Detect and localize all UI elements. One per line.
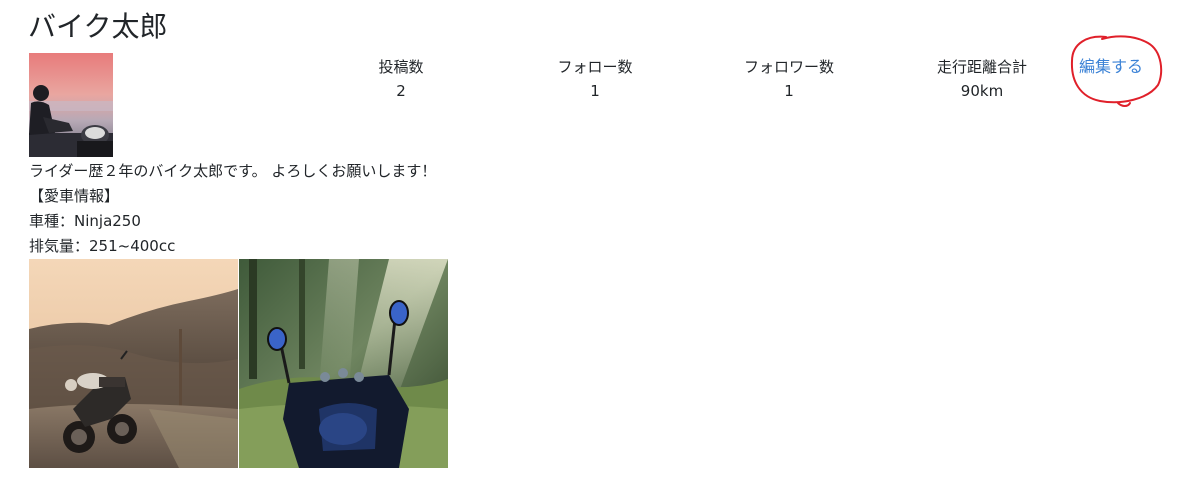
stat-posts-label: 投稿数: [378, 58, 424, 76]
profile-username: バイク太郎: [28, 10, 168, 43]
bio-vehicle-model: 車種：Ninja250: [29, 212, 141, 230]
stat-distance-value: 90km: [960, 82, 1004, 100]
stat-followers-label: フォロワー数: [743, 58, 834, 76]
profile-avatar: [29, 53, 113, 157]
bio-vehicle-heading: 【愛車情報】: [29, 187, 120, 205]
stat-follow-value: 1: [590, 82, 600, 100]
bio-vehicle-displacement: 排気量：251~400cc: [29, 237, 176, 255]
motorcycle-forest-photo: [239, 259, 448, 468]
motorcycle-sunset-photo: [29, 259, 238, 468]
avatar-photo: [29, 53, 113, 157]
stat-followers[interactable]: フォロワー数 1: [719, 56, 859, 104]
stat-posts: 投稿数 2: [331, 56, 471, 104]
stat-distance: 走行距離合計 90km: [912, 56, 1052, 104]
stat-follow[interactable]: フォロー数 1: [525, 56, 665, 104]
post-thumbnail-1[interactable]: [29, 259, 238, 468]
stat-posts-value: 2: [396, 82, 406, 100]
stat-distance-label: 走行距離合計: [936, 58, 1027, 76]
post-thumbnail-2[interactable]: [239, 259, 448, 468]
stat-follow-label: フォロー数: [557, 58, 633, 76]
bio-intro: ライダー歴２年のバイク太郎です。 よろしくお願いします！: [29, 162, 437, 180]
profile-bio: ライダー歴２年のバイク太郎です。 よろしくお願いします！ 【愛車情報】 車種：N…: [29, 159, 436, 259]
edit-profile-link[interactable]: 編集する: [1079, 56, 1143, 78]
stat-followers-value: 1: [784, 82, 794, 100]
